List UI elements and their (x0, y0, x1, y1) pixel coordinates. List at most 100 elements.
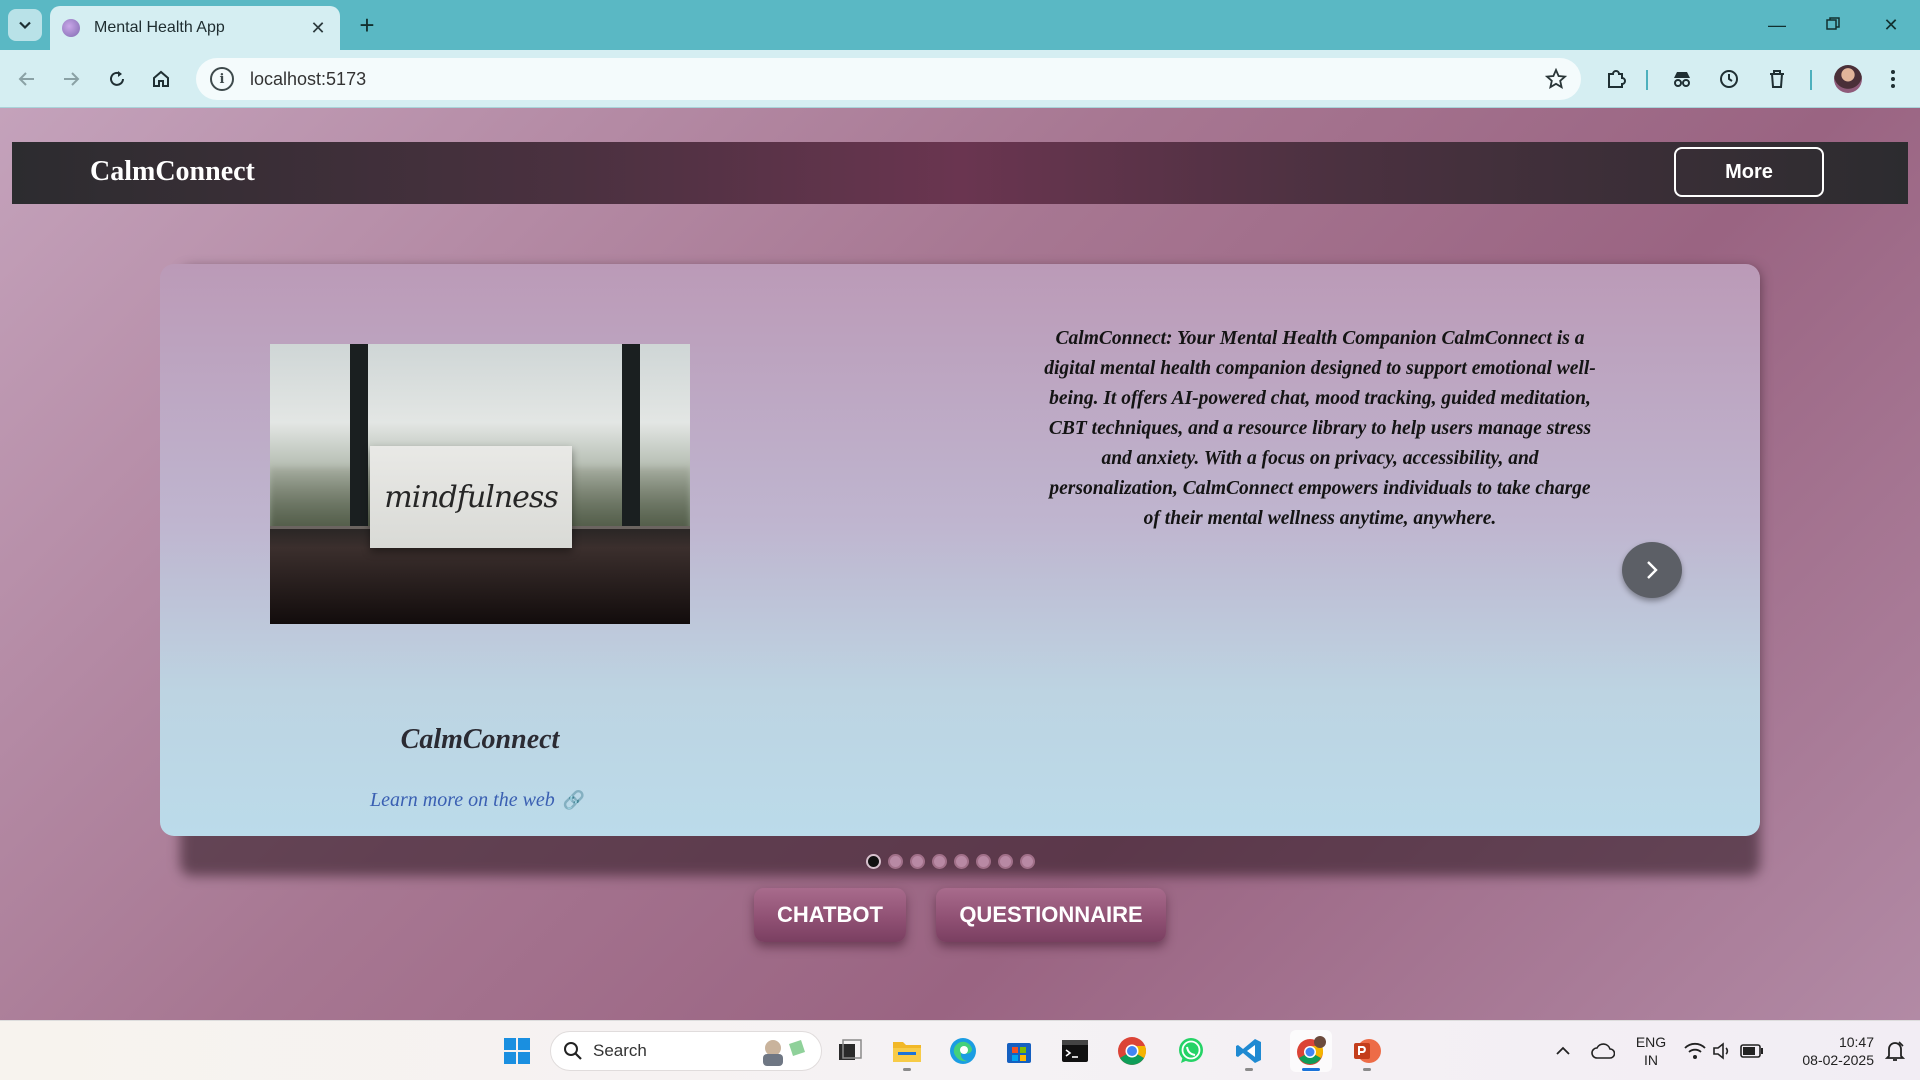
clock-time: 10:47 (1838, 1034, 1874, 1050)
clock[interactable]: 10:47 08-02-2025 (1784, 1033, 1874, 1069)
file-explorer-button[interactable] (886, 1030, 928, 1072)
history-button[interactable] (1714, 64, 1744, 94)
forward-button[interactable] (56, 64, 86, 94)
task-view-button[interactable] (829, 1030, 871, 1072)
terminal-icon (1062, 1040, 1088, 1062)
trash-icon (1770, 70, 1784, 88)
carousel-next-button[interactable] (1622, 542, 1682, 598)
search-icon (564, 1042, 582, 1060)
clock-date: 08-02-2025 (1802, 1052, 1874, 1068)
slide-title: CalmConnect (400, 724, 560, 755)
chevron-right-icon (1647, 561, 1658, 579)
volume-icon (1713, 1042, 1729, 1060)
chrome-profile-icon (1297, 1036, 1326, 1065)
vscode-button[interactable] (1228, 1030, 1270, 1072)
powerpoint-icon (1354, 1039, 1381, 1063)
chevron-down-icon (19, 21, 31, 30)
whatsapp-button[interactable] (1170, 1030, 1212, 1072)
delete-button[interactable] (1762, 64, 1792, 94)
home-icon (153, 70, 169, 87)
history-icon (1720, 70, 1738, 88)
home-button[interactable] (146, 64, 176, 94)
search-highlight-icon (763, 1040, 805, 1066)
new-tab-button[interactable]: + (352, 10, 382, 40)
back-button[interactable] (12, 64, 42, 94)
taskbar-search[interactable]: Search (550, 1031, 822, 1071)
chrome-profile-button[interactable] (1290, 1030, 1332, 1072)
menu-button[interactable] (1878, 64, 1908, 94)
vscode-icon (1236, 1039, 1261, 1063)
notifications-button[interactable] (1874, 1030, 1916, 1072)
carousel-dot[interactable] (888, 854, 903, 869)
cloud-icon (1591, 1043, 1615, 1059)
close-window-icon[interactable]: ✕ (1876, 10, 1906, 40)
carousel-dot[interactable] (976, 854, 991, 869)
store-button[interactable] (998, 1030, 1040, 1072)
profile-avatar[interactable] (1834, 65, 1862, 93)
search-label: Search (593, 1041, 647, 1060)
app-favicon-icon (62, 19, 80, 37)
browser-tab[interactable]: Mental Health App ✕ (50, 6, 340, 50)
region-label: IN (1644, 1052, 1658, 1068)
app-page: CalmConnect More mindfulness CalmConnect… (0, 108, 1920, 1020)
browser-toolbar: i localhost:5173 (0, 50, 1920, 108)
incognito-icon (1674, 72, 1690, 87)
restore-icon[interactable] (1818, 10, 1848, 40)
onedrive-button[interactable] (1582, 1030, 1624, 1072)
carousel-dot[interactable] (998, 854, 1013, 869)
url-text[interactable]: localhost:5173 (250, 69, 1545, 90)
learn-more-label[interactable]: Learn more on the web (370, 789, 555, 812)
carousel-dot[interactable] (910, 854, 925, 869)
carousel-dot[interactable] (954, 854, 969, 869)
link-icon: 🔗 (562, 790, 586, 810)
address-bar[interactable]: i localhost:5173 (196, 58, 1581, 100)
arrow-left-icon (18, 72, 34, 86)
terminal-button[interactable] (1054, 1030, 1096, 1072)
carousel-dot[interactable] (1020, 854, 1035, 869)
carousel-slide: mindfulness CalmConnect: Your Mental Hea… (160, 264, 1760, 836)
questionnaire-button[interactable]: QUESTIONNAIRE (936, 888, 1166, 942)
store-icon (1007, 1043, 1031, 1063)
chevron-up-icon (1556, 1046, 1570, 1055)
language-label: ENG (1635, 1034, 1667, 1050)
carousel-dot[interactable] (932, 854, 947, 869)
bookmark-star-icon[interactable] (1545, 68, 1567, 90)
close-tab-icon[interactable]: ✕ (308, 18, 328, 39)
learn-more-link[interactable]: Learn more on the web 🔗 (370, 789, 585, 812)
browser-tab-strip: Mental Health App ✕ + — ✕ (0, 0, 1920, 50)
reload-icon (110, 71, 124, 86)
more-button[interactable]: More (1674, 147, 1824, 197)
app-header: CalmConnect More (12, 142, 1908, 204)
incognito-button[interactable] (1667, 64, 1697, 94)
tab-search-button[interactable] (8, 9, 42, 41)
edge-button[interactable] (942, 1030, 984, 1072)
chrome-icon (1118, 1037, 1146, 1065)
slide-description: CalmConnect: Your Mental Health Companio… (1044, 328, 1596, 529)
reload-button[interactable] (102, 64, 132, 94)
start-button[interactable] (496, 1030, 538, 1072)
extensions-button[interactable] (1601, 64, 1631, 94)
brand-logo-text[interactable]: CalmConnect (90, 156, 255, 188)
carousel-indicators (866, 854, 1035, 869)
windows-logo-icon (504, 1038, 530, 1064)
battery-icon (1740, 1044, 1763, 1058)
toolbar-divider (1810, 70, 1812, 90)
wifi-icon (1684, 1042, 1706, 1059)
mindfulness-image: mindfulness (270, 344, 690, 624)
chrome-button[interactable] (1111, 1030, 1153, 1072)
carousel-dot[interactable] (866, 854, 881, 869)
folder-icon (893, 1042, 921, 1062)
mindfulness-card: mindfulness (370, 446, 572, 548)
arrow-right-icon (64, 72, 80, 86)
bell-icon (1885, 1041, 1905, 1061)
minimize-icon[interactable]: — (1762, 10, 1792, 40)
language-indicator[interactable]: ENG IN (1628, 1033, 1674, 1069)
chatbot-button[interactable]: CHATBOT (754, 888, 906, 942)
powerpoint-button[interactable] (1346, 1030, 1388, 1072)
show-hidden-icons-button[interactable] (1542, 1030, 1584, 1072)
edge-icon (950, 1038, 976, 1064)
system-tray-status[interactable] (1676, 1030, 1772, 1072)
site-info-icon[interactable]: i (210, 67, 234, 91)
whatsapp-icon (1179, 1038, 1203, 1063)
puzzle-icon (1608, 70, 1626, 88)
